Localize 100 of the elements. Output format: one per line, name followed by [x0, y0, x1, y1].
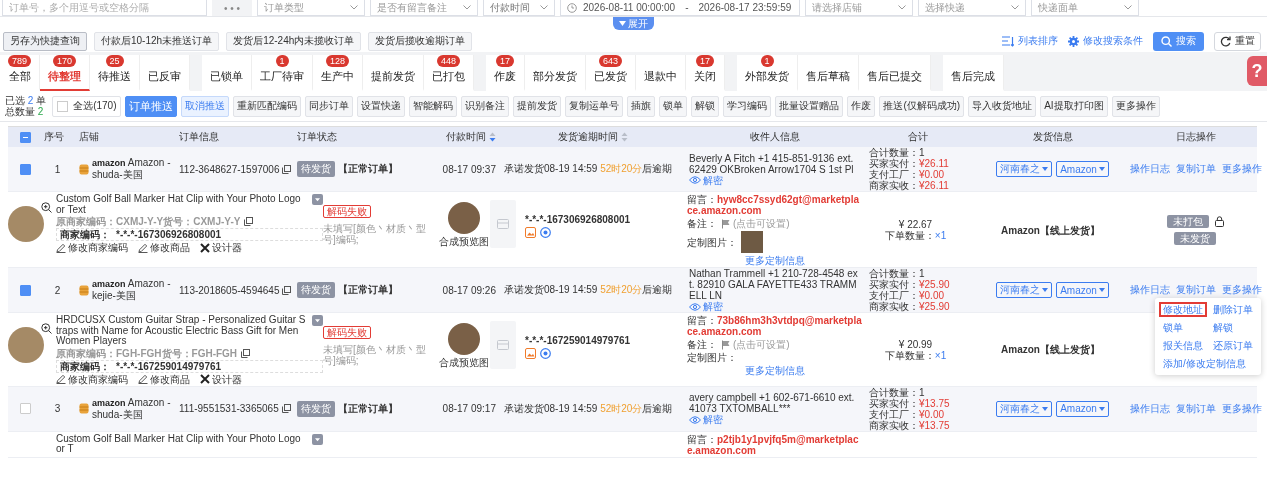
action-link[interactable]: 复制订单 — [1176, 401, 1216, 416]
status-tab[interactable]: 1 外部发货 — [737, 55, 799, 91]
status-tab[interactable]: 25 待推送 — [90, 55, 141, 91]
status-tab[interactable]: 已锁单 — [202, 55, 253, 91]
action-button[interactable]: 识别备注 — [461, 95, 510, 117]
shipping-method: Amazon【线上发货】 — [1001, 224, 1100, 236]
edit-link[interactable]: 修改商品 — [138, 373, 190, 385]
menu-item[interactable]: 还原订单 — [1209, 338, 1257, 353]
decrypt-link[interactable]: 解密 — [689, 414, 723, 425]
quick-filter-button[interactable]: 发货后揽收逾期订单 — [368, 31, 473, 51]
status-tab[interactable]: 643 已发货 — [586, 55, 637, 91]
decrypt-link[interactable]: 解密 — [689, 174, 723, 186]
status-tab[interactable]: 售后完成 — [943, 55, 1005, 91]
zoom-in-icon — [41, 323, 52, 334]
action-link[interactable]: 操作日志 — [1130, 283, 1170, 297]
menu-item[interactable]: 报关信息 — [1159, 338, 1207, 353]
column-header: 日志操作 — [1176, 130, 1216, 144]
edit-link[interactable]: 设计器 — [200, 242, 242, 253]
save-query-button[interactable]: 另存为快捷查询 — [3, 31, 87, 51]
status-tab[interactable]: 售后已提交 — [859, 55, 932, 91]
sort-link[interactable]: 列表排序 — [1002, 34, 1058, 48]
menu-item[interactable]: 删除订单 — [1209, 302, 1257, 317]
action-button[interactable]: 复制运单号 — [565, 95, 624, 117]
merchant-code-field[interactable]: 商家编码： *-*-*-167259014979761 — [56, 359, 323, 373]
select-all-checkbox[interactable]: 全选(170) — [52, 95, 122, 117]
action-button[interactable]: 学习编码 — [723, 95, 772, 117]
menu-item[interactable]: 解锁 — [1209, 320, 1257, 335]
column-header: 发货逾期时间 — [557, 130, 618, 144]
menu-item[interactable]: 添加/修改定制信息 — [1159, 356, 1257, 371]
dropdown-field[interactable]: 付款时间 — [483, 0, 555, 16]
action-button[interactable]: 解锁 — [691, 95, 720, 117]
warehouse-select[interactable]: 河南春之 — [996, 161, 1053, 177]
status-tab[interactable]: 789 全部 — [0, 55, 41, 91]
header-checkbox[interactable] — [20, 131, 31, 143]
reset-button[interactable]: 重置 — [1214, 31, 1261, 51]
carrier-select[interactable]: Amazon — [1056, 400, 1109, 417]
action-link[interactable]: 操作日志 — [1130, 401, 1170, 416]
column-header: 收件人信息 — [750, 130, 800, 144]
status-tag: 未打包 — [1166, 215, 1209, 228]
row-checkbox[interactable] — [20, 403, 31, 414]
status-tab[interactable]: 17 作废 — [486, 55, 526, 91]
action-button[interactable]: 导入收货地址 — [968, 95, 1037, 117]
status-tab[interactable]: 部分发货 — [525, 55, 587, 91]
quick-filter-button[interactable]: 付款后10-12h未推送订单 — [94, 31, 220, 51]
action-link[interactable]: 更多操作 — [1222, 401, 1262, 416]
menu-item[interactable]: 修改地址 — [1159, 302, 1207, 317]
action-link[interactable]: 复制订单 — [1176, 283, 1216, 297]
carrier-select[interactable]: Amazon — [1056, 161, 1109, 177]
status-tab[interactable]: 448 已打包 — [424, 55, 475, 91]
row-checkbox[interactable] — [20, 163, 31, 175]
action-button[interactable]: 取消推送 — [181, 95, 230, 117]
copy-icon — [281, 404, 291, 413]
status-tab[interactable]: 提前发货 — [363, 55, 425, 91]
status-tab[interactable]: 128 生产中 — [313, 55, 364, 91]
caret-down-icon — [1042, 167, 1049, 171]
edit-link[interactable]: 修改商家编码 — [56, 242, 128, 253]
decode-status-tag: 解码失败 — [323, 205, 371, 218]
decrypt-link[interactable]: 解密 — [689, 301, 723, 312]
status-tab[interactable]: 已反审 — [140, 55, 191, 91]
edit-conditions-link[interactable]: 修改搜索条件 — [1068, 34, 1143, 48]
action-link[interactable]: 操作日志 — [1130, 162, 1170, 176]
edit-link[interactable]: 修改商品 — [138, 242, 190, 253]
action-button[interactable]: 设置快递 — [357, 95, 406, 117]
action-button[interactable]: 智能解码 — [409, 95, 458, 117]
date-range-field[interactable]: 2026-08-11 00:00:00 - 2026-08-17 23:59:59 — [560, 0, 800, 16]
action-button[interactable]: 插旗 — [627, 95, 656, 117]
status-tab[interactable]: 退款中 — [636, 55, 687, 91]
status-tab[interactable]: 17 关闭 — [686, 55, 726, 91]
action-link[interactable]: 更多操作 — [1222, 283, 1262, 297]
merchant-code-field[interactable]: 商家编码： *-*-*-167306926808001 — [56, 228, 323, 241]
copy-icon — [244, 217, 254, 226]
action-button[interactable]: 作废 — [847, 95, 876, 117]
quick-filter-button[interactable]: 发货后12-24h内未揽收订单 — [226, 31, 362, 51]
edit-link[interactable]: 设计器 — [200, 373, 242, 385]
warehouse-select[interactable]: 河南春之 — [996, 400, 1053, 417]
more-custom-link[interactable]: 更多定制信息 — [687, 255, 863, 266]
menu-item[interactable]: 锁单 — [1159, 320, 1207, 335]
warehouse-select[interactable]: 河南春之 — [996, 282, 1053, 298]
more-custom-link[interactable]: 更多定制信息 — [687, 365, 863, 376]
row-checkbox[interactable] — [20, 284, 31, 296]
action-button[interactable]: 推送(仅解码成功) — [879, 95, 965, 117]
action-button[interactable]: 更多操作 — [1111, 95, 1160, 117]
action-button[interactable]: 重新匹配编码 — [233, 95, 302, 117]
carrier-select[interactable]: Amazon — [1056, 282, 1109, 298]
action-link[interactable]: 复制订单 — [1176, 162, 1216, 176]
status-tag: 待发货 — [297, 400, 335, 417]
order-search-field[interactable]: 订单号，多个用逗号或空格分隔 — [2, 0, 207, 16]
status-tab[interactable]: 售后草稿 — [798, 55, 860, 91]
box-stack-icon — [79, 284, 89, 296]
original-code: 原商家编码：FGH-FGH货号：FGH-FGH — [56, 347, 238, 359]
help-button[interactable]: ? — [1247, 56, 1267, 86]
action-button[interactable]: 提前发货 — [513, 95, 562, 117]
status-tab[interactable]: 170 待整理 — [40, 55, 91, 91]
action-button[interactable]: 同步订单 — [305, 95, 354, 117]
edit-link[interactable]: 修改商家编码 — [56, 373, 128, 385]
action-button[interactable]: 批量设置赠品 — [775, 95, 844, 117]
action-link[interactable]: 更多操作 — [1222, 162, 1262, 176]
action-button[interactable]: AI提取打印图 — [1040, 95, 1108, 117]
action-button[interactable]: 锁单 — [659, 95, 688, 117]
status-tab[interactable]: 1 工厂待审 — [252, 55, 314, 91]
